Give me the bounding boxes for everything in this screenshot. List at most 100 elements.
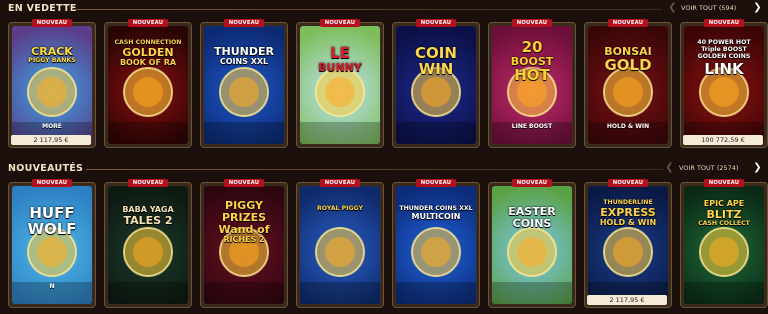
game-title: THUNDERLINE EXPRESS HOLD & WIN (590, 199, 666, 228)
game-tile[interactable]: ROYAL PIGGY NOUVEAU (296, 179, 384, 308)
game-title-line: EXPRESS (600, 206, 656, 220)
game-emblem-icon (492, 227, 572, 304)
game-tile[interactable]: EASTER COINS NOUVEAU (488, 179, 576, 308)
game-title-line: GOLD (604, 56, 652, 74)
game-subtitle: N (49, 283, 55, 290)
section-divider (86, 169, 664, 170)
chevron-right-icon[interactable]: ❯ (752, 162, 763, 173)
chevron-left-icon[interactable]: ❮ (664, 162, 675, 173)
game-title: ROYAL PIGGY (302, 205, 378, 213)
game-title-line: WOLF (27, 220, 77, 238)
game-tile-frame: HUFF WOLF N (8, 182, 96, 308)
game-tile[interactable]: CASH CONNECTION GOLDEN BOOK OF RA NOUVEAU (104, 19, 192, 148)
game-tile[interactable]: BONSAI GOLD HOLD & WIN NOUVEAU (584, 19, 672, 148)
section-title: NOUVEAUTÉS (8, 163, 84, 174)
game-artwork: CRACK PIGGY BANKS MORE (12, 26, 92, 144)
game-tile[interactable]: THUNDER COINS XXL NOUVEAU (200, 19, 288, 148)
game-tile[interactable]: THUNDER COINS XXL MULTICOIN NOUVEAU (392, 179, 480, 308)
game-tile[interactable]: PIGGY PRIZES Wand of RICHES 2 NOUVEAU (200, 179, 288, 308)
game-tile[interactable]: COIN WIN NOUVEAU (392, 19, 480, 148)
game-tile[interactable]: HUFF WOLF N NOUVEAU (8, 179, 96, 308)
jackpot-amount: 2 117,95 € (11, 135, 91, 145)
game-title-line: HOT (514, 66, 550, 84)
new-badge: NOUVEAU (224, 19, 264, 27)
game-title: EPIC APE BLITZ CASH COLLECT (686, 200, 762, 228)
game-tile-frame: EPIC APE BLITZ CASH COLLECT (680, 182, 768, 308)
game-title: HUFF WOLF (14, 206, 90, 238)
game-title-line: BOOK OF RA (119, 58, 177, 68)
game-title-line: THUNDER (214, 45, 274, 58)
game-title-line: BABA YAGA (122, 205, 174, 214)
game-title-line: HUFF (29, 204, 75, 222)
section-title: EN VEDETTE (8, 3, 77, 14)
see-all-link[interactable]: VOIR TOUT (2574) (679, 164, 738, 172)
game-tile[interactable]: CRACK PIGGY BANKS MORE NOUVEAU 2 117,95 € (8, 19, 96, 148)
game-emblem-icon (396, 227, 476, 304)
game-title: BONSAI GOLD (590, 46, 666, 74)
game-tile[interactable]: 20 BOOST HOT LINE BOOST NOUVEAU (488, 19, 576, 148)
see-all-link[interactable]: VOIR TOUT (594) (681, 4, 736, 12)
game-title-line: EPIC APE (703, 199, 745, 208)
section-divider (72, 9, 662, 10)
game-tile-frame: BABA YAGA TALES 2 (104, 182, 192, 308)
game-title-line: MULTICOIN (411, 212, 461, 222)
game-artwork: THUNDER COINS XXL MULTICOIN (396, 186, 476, 304)
section-new: NOUVEAUTÉS VOIR TOUT (2574) ❮ ❯ HUFF WOLF… (0, 160, 768, 314)
game-artwork: 20 BOOST HOT LINE BOOST (492, 26, 572, 144)
game-title-line: GOLDEN (122, 46, 174, 60)
game-emblem-icon (108, 227, 188, 304)
game-tile[interactable]: BABA YAGA TALES 2 NOUVEAU (104, 179, 192, 308)
game-title: COIN WIN (398, 46, 474, 78)
game-emblem-icon (204, 67, 284, 144)
new-badge: NOUVEAU (608, 179, 648, 187)
jackpot-amount: 2 117,95 € (587, 295, 667, 305)
game-artwork: 40 POWER HOT Triple BOOST GOLDEN COINS LINK (684, 26, 764, 144)
game-title-line: CASH COLLECT (698, 220, 750, 227)
chevron-right-icon[interactable]: ❯ (752, 2, 763, 13)
game-title: 20 BOOST HOT (494, 40, 570, 84)
game-title-line: PRIZES (221, 211, 267, 224)
game-artwork: COIN WIN (396, 26, 476, 144)
game-title-line: TALES 2 (123, 214, 173, 227)
section-header: EN VEDETTE VOIR TOUT (594) ❮ ❯ (0, 0, 768, 18)
game-title-line: BUNNY (318, 61, 362, 74)
game-title-line: 20 (521, 38, 543, 56)
game-title-line: COIN (415, 44, 457, 62)
game-artwork: THUNDER COINS XXL (204, 26, 284, 144)
game-tile-frame: BONSAI GOLD HOLD & WIN (584, 22, 672, 148)
new-badge: NOUVEAU (416, 179, 456, 187)
game-tile-frame: PIGGY PRIZES Wand of RICHES 2 (200, 182, 288, 308)
game-tile[interactable]: LE BUNNY NOUVEAU (296, 19, 384, 148)
chevron-left-icon[interactable]: ❮ (667, 2, 678, 13)
new-badge: NOUVEAU (128, 179, 168, 187)
game-title-line: PIGGY BANKS (28, 57, 76, 64)
game-tile[interactable]: EPIC APE BLITZ CASH COLLECT NOUVEAU (680, 179, 768, 308)
game-tile-frame: 20 BOOST HOT LINE BOOST (488, 22, 576, 148)
new-badge: NOUVEAU (704, 19, 744, 27)
game-tile[interactable]: 40 POWER HOT Triple BOOST GOLDEN COINS LINK… (680, 19, 768, 148)
new-badge: NOUVEAU (608, 19, 648, 27)
game-tile-frame: LE BUNNY (296, 22, 384, 148)
game-subtitle: HOLD & WIN (606, 123, 650, 130)
game-title-line: ROYAL PIGGY (317, 205, 363, 212)
game-tile-frame: EASTER COINS (488, 182, 576, 308)
game-title: CASH CONNECTION GOLDEN BOOK OF RA (110, 39, 186, 68)
game-title: BABA YAGA TALES 2 (110, 206, 186, 227)
game-artwork: EASTER COINS (492, 186, 572, 304)
game-title: LE BUNNY (302, 46, 378, 74)
game-tile-frame: ROYAL PIGGY (296, 182, 384, 308)
new-badge: NOUVEAU (704, 179, 744, 187)
game-tile[interactable]: THUNDERLINE EXPRESS HOLD & WIN NOUVEAU 2 117… (584, 179, 672, 308)
game-artwork: THUNDERLINE EXPRESS HOLD & WIN (588, 186, 668, 304)
new-badge: NOUVEAU (512, 19, 552, 27)
game-artwork: PIGGY PRIZES Wand of RICHES 2 (204, 186, 284, 304)
game-artwork: LE BUNNY (300, 26, 380, 144)
game-tile-frame: THUNDERLINE EXPRESS HOLD & WIN (584, 182, 672, 308)
new-badge: NOUVEAU (320, 19, 360, 27)
new-badge: NOUVEAU (32, 19, 72, 27)
jackpot-amount: 100 772,59 € (683, 135, 763, 145)
game-title-line: Wand of (218, 223, 270, 236)
game-title: EASTER COINS (494, 206, 570, 230)
game-title: THUNDER COINS XXL MULTICOIN (398, 205, 474, 222)
new-badge: NOUVEAU (224, 179, 264, 187)
